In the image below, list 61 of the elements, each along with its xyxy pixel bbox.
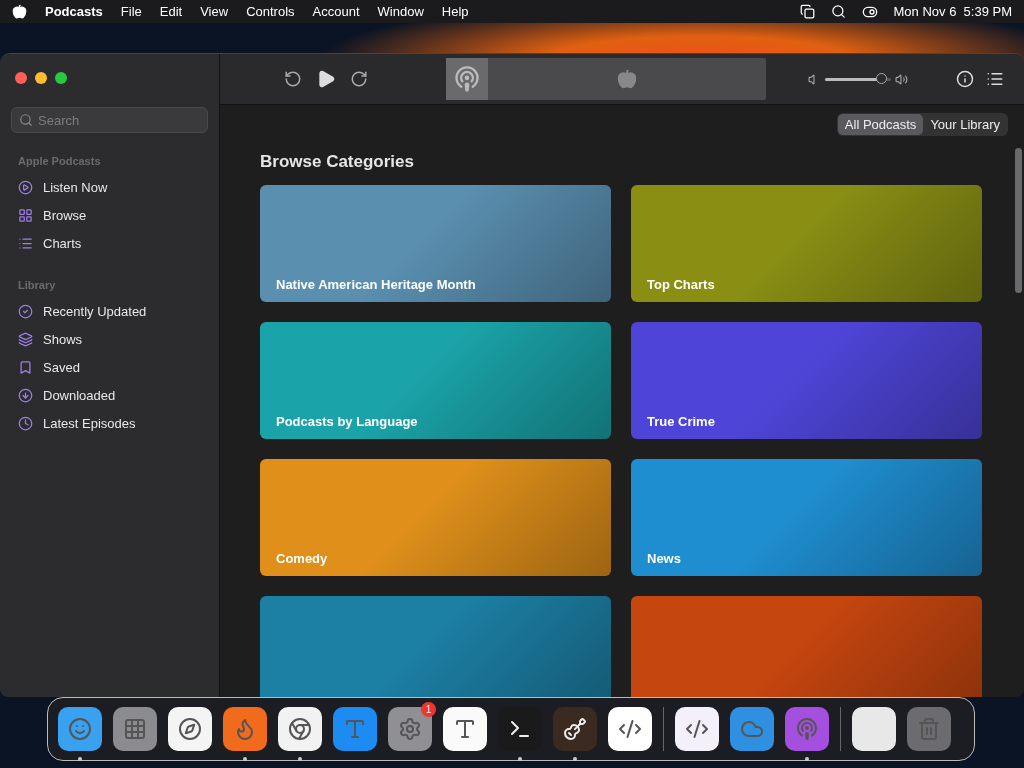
play-icon[interactable] — [316, 69, 336, 89]
scope-tab[interactable]: Your Library — [923, 114, 1007, 135]
sidebar-item[interactable]: Recently Updated — [11, 297, 208, 325]
menu-item[interactable]: File — [120, 4, 142, 19]
app-icon[interactable] — [58, 707, 102, 751]
sidebar-item[interactable]: Downloaded — [11, 381, 208, 409]
menu-item[interactable]: Window — [377, 4, 424, 19]
sidebar-item[interactable]: Latest Episodes — [11, 409, 208, 437]
apple-logo-icon[interactable] — [12, 4, 27, 19]
app-icon[interactable] — [608, 707, 652, 751]
app-menu[interactable]: Podcasts — [45, 4, 103, 19]
app-icon[interactable] — [443, 707, 487, 751]
sidebar-item[interactable]: Shows — [11, 325, 208, 353]
play-circle-icon — [18, 179, 33, 195]
sidebar-item[interactable]: Charts — [11, 229, 208, 257]
podcast-icon — [453, 65, 481, 93]
menu-item[interactable]: Controls — [246, 4, 295, 19]
section-heading: Library — [18, 279, 57, 291]
list-icon — [18, 235, 33, 251]
menu-item[interactable]: Edit — [159, 4, 183, 19]
sidebar-item[interactable]: Listen Now — [11, 173, 208, 201]
sidebar-item[interactable]: Saved — [11, 353, 208, 381]
info-icon[interactable] — [956, 70, 974, 88]
search-field[interactable]: Search — [11, 107, 208, 133]
menu-item[interactable]: View — [200, 4, 229, 19]
category-card[interactable]: Native American Heritage Month — [260, 185, 611, 302]
app-icon[interactable] — [675, 707, 719, 751]
volume-high-icon — [895, 72, 908, 86]
sidebar-item[interactable]: Browse — [11, 201, 208, 229]
app-icon[interactable] — [278, 707, 322, 751]
category-card[interactable]: True Crime — [631, 322, 982, 439]
apple-logo-icon — [617, 69, 637, 89]
search-icon — [19, 113, 33, 127]
zoom-button[interactable] — [55, 72, 67, 84]
minimize-button[interactable] — [35, 72, 47, 84]
search-icon[interactable] — [830, 4, 846, 19]
window-thumbnail[interactable] — [852, 707, 896, 751]
menu-item[interactable]: Help — [441, 4, 469, 19]
category-card[interactable]: News — [631, 459, 982, 576]
scope-tab[interactable]: All Podcasts — [837, 114, 924, 135]
bookmark-icon — [18, 359, 33, 375]
slider-thumb[interactable] — [876, 72, 888, 84]
screens-icon[interactable] — [799, 4, 815, 19]
app-icon[interactable] — [168, 707, 212, 751]
scrollbar-thumb[interactable] — [1015, 148, 1022, 293]
clock-icon — [18, 415, 33, 431]
menu-item[interactable]: Account — [312, 4, 360, 19]
notification-badge: 1 — [421, 702, 436, 717]
download-icon — [18, 387, 33, 403]
section-heading: Apple Podcasts — [18, 155, 102, 167]
grid-icon — [18, 207, 33, 223]
check-circle-icon — [18, 303, 33, 319]
list-icon[interactable] — [986, 70, 1004, 88]
menu-clock[interactable]: Mon Nov 6 5:39 PM — [893, 4, 1012, 19]
stack-icon — [18, 331, 33, 347]
skip-forward-icon[interactable] — [350, 70, 368, 88]
app-icon[interactable] — [498, 707, 542, 751]
app-icon[interactable] — [553, 707, 597, 751]
section-title: Browse Categories — [260, 152, 415, 172]
skip-back-icon[interactable] — [284, 70, 302, 88]
close-button[interactable] — [15, 72, 27, 84]
